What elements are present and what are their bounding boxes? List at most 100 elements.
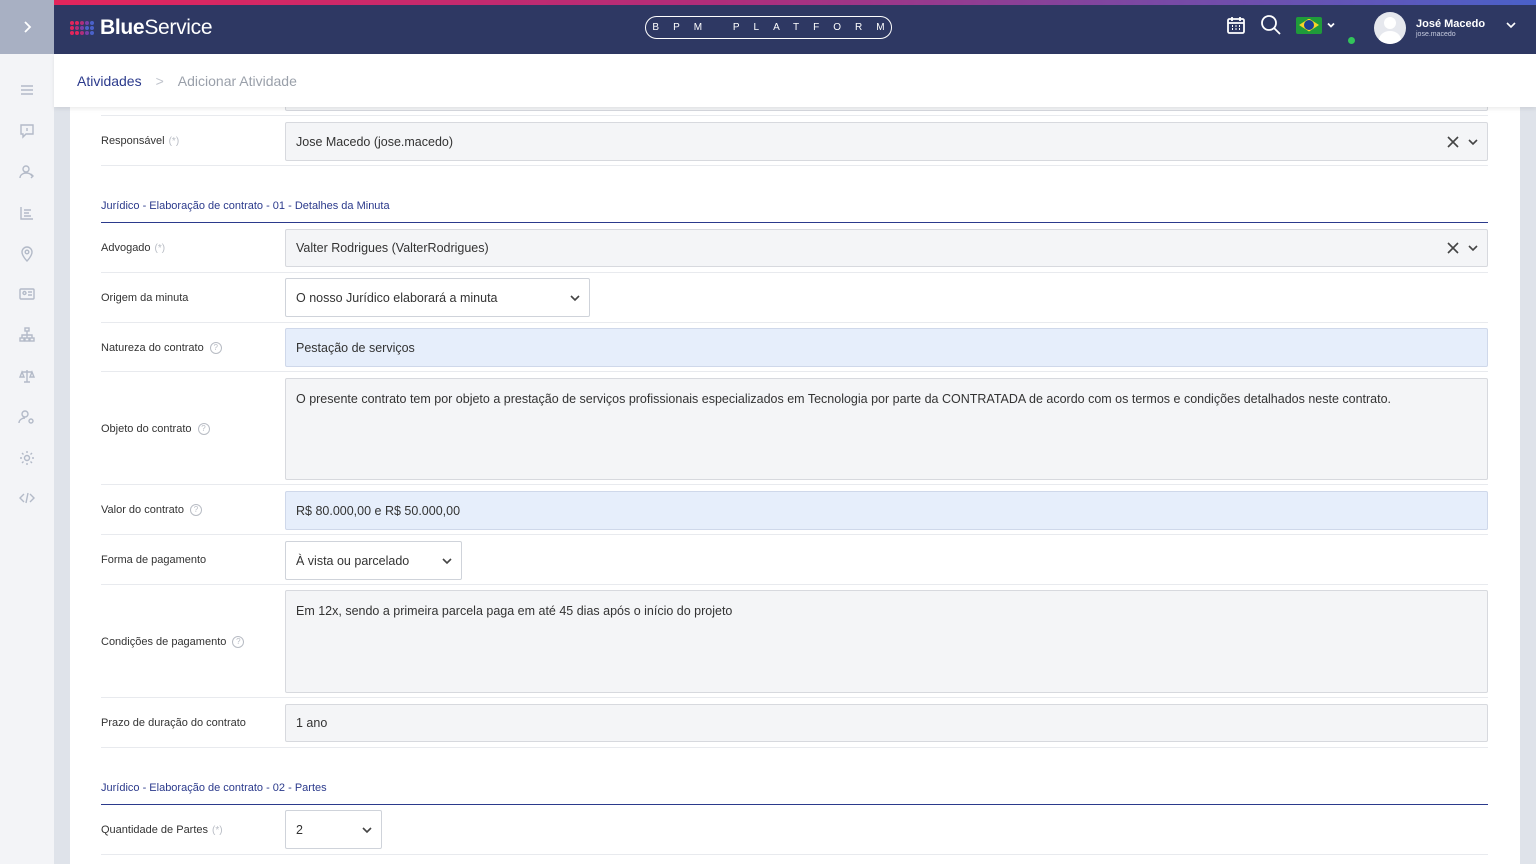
scale-icon [18, 369, 36, 383]
row-origem: Origem da minuta O nosso Jurídico elabor… [101, 273, 1488, 323]
platform-badge: BPM PLATFORM [645, 16, 892, 39]
condicoes-value: Em 12x, sendo a primeira parcela paga em… [296, 604, 733, 618]
sidebar-item-menu[interactable] [0, 70, 54, 111]
user-login: jose.macedo [1416, 31, 1456, 38]
responsavel-value: Jose Macedo (jose.macedo) [296, 134, 454, 149]
sidebar-item-contacts[interactable] [0, 274, 54, 315]
origem-label: Origem da minuta [101, 292, 189, 304]
brand[interactable]: BlueService [70, 16, 213, 40]
section-title-partes: Jurídico - Elaboração de contrato - 02 -… [101, 782, 327, 794]
help-icon[interactable]: ? [232, 635, 245, 648]
language-selector[interactable] [1296, 16, 1336, 34]
quantidade-value: 2 [296, 822, 303, 837]
prazo-input[interactable]: 1 ano [285, 704, 1488, 742]
breadcrumb-separator-icon: > [155, 72, 164, 89]
gear-icon [20, 450, 34, 465]
sidebar-expand-button[interactable] [0, 0, 54, 54]
sidebar-item-legal[interactable] [0, 356, 54, 397]
chevron-down-icon [570, 294, 580, 301]
form-panel: Responsável (*) Jose Macedo (jose.macedo)… [70, 107, 1520, 864]
row-natureza: Natureza do contrato? Pestação de serviç… [101, 323, 1488, 372]
brazil-flag-icon [1296, 16, 1322, 34]
sidebar [0, 0, 54, 864]
menu-icon [21, 85, 33, 96]
row-forma: Forma de pagamento À vista ou parcelado [101, 535, 1488, 585]
brand-logo-icon [70, 21, 94, 35]
chevron-down-icon [1327, 22, 1335, 28]
comment-icon [20, 124, 34, 139]
sidebar-item-settings[interactable] [0, 437, 54, 478]
responsavel-select[interactable]: Jose Macedo (jose.macedo) [285, 122, 1488, 161]
sidebar-item-locations[interactable] [0, 233, 54, 274]
user-share-icon [19, 165, 34, 179]
advogado-select[interactable]: Valter Rodrigues (ValterRodrigues) [285, 229, 1488, 267]
brand-name: BlueService [100, 16, 213, 39]
sidebar-item-developer[interactable] [0, 478, 54, 519]
objeto-value: O presente contrato tem por objeto a pre… [296, 392, 1392, 406]
help-icon[interactable]: ? [197, 422, 210, 435]
id-card-icon [19, 288, 35, 301]
natureza-label: Natureza do contrato? [101, 323, 222, 372]
help-icon[interactable]: ? [189, 504, 202, 516]
objeto-label: Objeto do contrato? [101, 372, 210, 485]
chevron-down-icon[interactable] [1467, 136, 1479, 148]
row-divider [101, 107, 1488, 116]
row-prazo: Prazo de duração do contrato 1 ano [101, 698, 1488, 748]
search-icon[interactable] [1260, 14, 1282, 36]
sidebar-item-messages[interactable] [0, 111, 54, 152]
close-icon[interactable] [1447, 135, 1459, 148]
user-settings-icon [18, 410, 34, 424]
sidebar-item-hierarchy[interactable] [0, 315, 54, 356]
section-title-detalhes: Jurídico - Elaboração de contrato - 01 -… [101, 200, 390, 212]
help-icon[interactable]: ? [209, 341, 222, 354]
sidebar-item-user-settings[interactable] [0, 396, 54, 437]
avatar [1374, 12, 1406, 44]
row-quantidade: Quantidade de Partes (*) 2 [101, 805, 1488, 855]
chevron-down-icon [362, 826, 372, 833]
row-objeto: Objeto do contrato? O presente contrato … [101, 372, 1488, 485]
location-icon [21, 245, 33, 262]
code-icon [19, 493, 35, 504]
valor-value: R$ 80.000,00 e R$ 50.000,00 [296, 503, 461, 518]
list-icon [20, 206, 33, 220]
row-responsavel: Responsável (*) Jose Macedo (jose.macedo) [101, 116, 1488, 166]
calendar-icon[interactable] [1226, 15, 1246, 35]
breadcrumb-current: Adicionar Atividade [177, 72, 297, 89]
prazo-label: Prazo de duração do contrato [101, 717, 246, 729]
top-accent-stripe [54, 0, 1536, 5]
forma-select[interactable]: À vista ou parcelado [285, 541, 462, 580]
valor-label: Valor do contrato? [101, 485, 202, 535]
forma-label: Forma de pagamento [101, 554, 207, 566]
online-status-badge [1347, 36, 1356, 45]
sidebar-item-reports[interactable] [0, 192, 54, 233]
chevron-down-icon[interactable] [1467, 242, 1479, 254]
hierarchy-icon [19, 327, 35, 342]
row-condicoes: Condições de pagamento? Em 12x, sendo a … [101, 585, 1488, 698]
prazo-value: 1 ano [296, 716, 328, 730]
chevron-down-icon[interactable] [1504, 18, 1518, 32]
responsavel-label: Responsável (*) [101, 135, 180, 147]
breadcrumb-parent[interactable]: Atividades [77, 73, 142, 89]
condicoes-label: Condições de pagamento? [101, 585, 245, 698]
user-name: José Macedo [1416, 18, 1486, 30]
condicoes-textarea[interactable]: Em 12x, sendo a primeira parcela paga em… [285, 590, 1488, 693]
row-advogado: Advogado (*) Valter Rodrigues (ValterRodr… [101, 223, 1488, 273]
objeto-textarea[interactable]: O presente contrato tem por objeto a pre… [285, 378, 1488, 480]
valor-input[interactable]: R$ 80.000,00 e R$ 50.000,00 [285, 491, 1488, 530]
user-menu[interactable]: José Macedo jose.macedo [1374, 12, 1485, 44]
quantidade-select[interactable]: 2 [285, 810, 382, 849]
natureza-value: Pestação de serviços [296, 340, 415, 355]
origem-value: O nosso Jurídico elaborará a minuta [296, 290, 498, 305]
chevron-down-icon [442, 557, 452, 564]
sidebar-item-users[interactable] [0, 152, 54, 193]
close-icon[interactable] [1447, 242, 1459, 254]
advogado-label: Advogado (*) [101, 242, 166, 254]
natureza-input[interactable]: Pestação de serviços [285, 328, 1488, 367]
breadcrumb: Atividades > Adicionar Atividade [54, 54, 1536, 107]
advogado-value: Valter Rodrigues (ValterRodrigues) [296, 241, 489, 255]
row-valor: Valor do contrato? R$ 80.000,00 e R$ 50.… [101, 485, 1488, 535]
forma-value: À vista ou parcelado [296, 553, 410, 568]
origem-select[interactable]: O nosso Jurídico elaborará a minuta [285, 278, 590, 317]
chevron-right-icon [24, 21, 32, 33]
quantidade-label: Quantidade de Partes (*) [101, 824, 223, 836]
